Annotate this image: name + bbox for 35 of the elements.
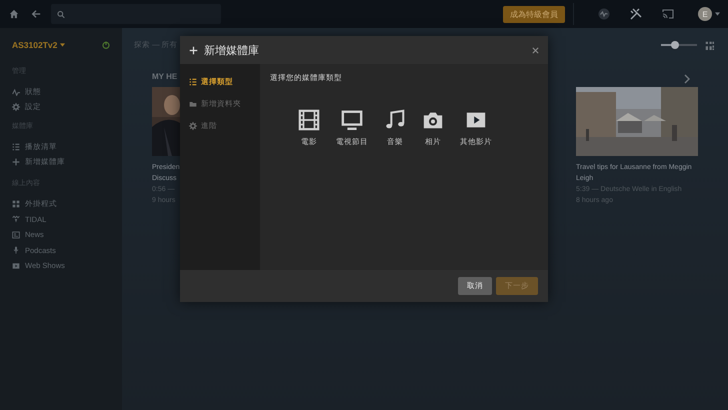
server-name[interactable]: AS3102Tv2 [12,40,58,50]
news-icon [12,230,20,239]
back-arrow-icon[interactable] [31,9,41,19]
dialog-title: 新增媒體庫 [204,44,259,58]
grid-view-icon[interactable] [705,40,714,50]
video-icon [12,262,20,270]
plus-icon [12,158,20,166]
grid-icon [12,200,20,208]
user-avatar[interactable]: E [698,7,712,21]
zoom-slider[interactable] [671,41,680,49]
music-note-icon [384,109,406,131]
caret-icon[interactable] [715,12,720,16]
search-icon [57,10,65,18]
close-icon[interactable] [532,46,539,54]
home-icon[interactable] [9,9,19,19]
wave-icon [12,215,20,224]
section-title: MY HE [152,72,178,81]
settings-icon [189,122,197,130]
cast-icon[interactable] [662,8,674,20]
caret-icon[interactable] [60,43,66,47]
chevron-right-icon[interactable] [684,74,690,84]
settings-icon [12,103,20,112]
list-icon [189,78,197,86]
microphone-icon [12,246,20,254]
activity-icon [12,88,20,96]
list-icon [12,142,20,151]
premium-button[interactable]: 成為特級會員 [503,6,565,22]
tv-icon [341,109,363,131]
folder-icon [189,100,197,108]
search-field[interactable] [51,4,221,24]
power-icon [102,41,110,49]
activity-icon[interactable] [598,8,610,20]
tools-icon[interactable] [630,8,642,20]
film-icon [298,109,320,131]
plus-icon [189,46,198,54]
